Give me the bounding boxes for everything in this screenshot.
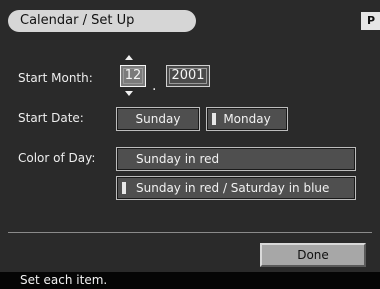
- page-title: Calendar / Set Up: [8, 10, 196, 32]
- month-year-separator: .: [152, 78, 157, 94]
- month-value: 12: [124, 68, 142, 83]
- month-decrement-icon[interactable]: [125, 91, 133, 96]
- start-date-sunday-button[interactable]: Sunday: [116, 107, 200, 131]
- month-spinner[interactable]: 12: [120, 65, 146, 87]
- color-sunday-red-saturday-blue-label: Sunday in red / Saturday in blue: [136, 181, 330, 195]
- mode-badge: P: [361, 12, 380, 30]
- color-sunday-red-button[interactable]: Sunday in red: [116, 147, 356, 171]
- color-sunday-red-label: Sunday in red: [136, 152, 220, 166]
- color-sunday-red-saturday-blue-button[interactable]: Sunday in red / Saturday in blue: [116, 176, 356, 200]
- year-value: 2001: [171, 68, 205, 83]
- month-increment-icon[interactable]: [125, 55, 133, 60]
- selection-marker-icon: [122, 182, 126, 194]
- start-date-monday-label: Monday: [223, 112, 271, 126]
- start-date-sunday-label: Sunday: [135, 112, 181, 126]
- start-date-label: Start Date:: [18, 111, 84, 125]
- done-button[interactable]: Done: [260, 243, 366, 267]
- start-month-label: Start Month:: [18, 71, 93, 85]
- year-field[interactable]: 2001: [166, 65, 210, 87]
- status-bar: Set each item.: [0, 272, 380, 289]
- color-of-day-label: Color of Day:: [18, 151, 96, 165]
- start-date-monday-button[interactable]: Monday: [206, 107, 288, 131]
- calendar-setup-screen: Calendar / Set Up P Start Month: 12 . 20…: [0, 0, 380, 289]
- divider: [8, 232, 372, 233]
